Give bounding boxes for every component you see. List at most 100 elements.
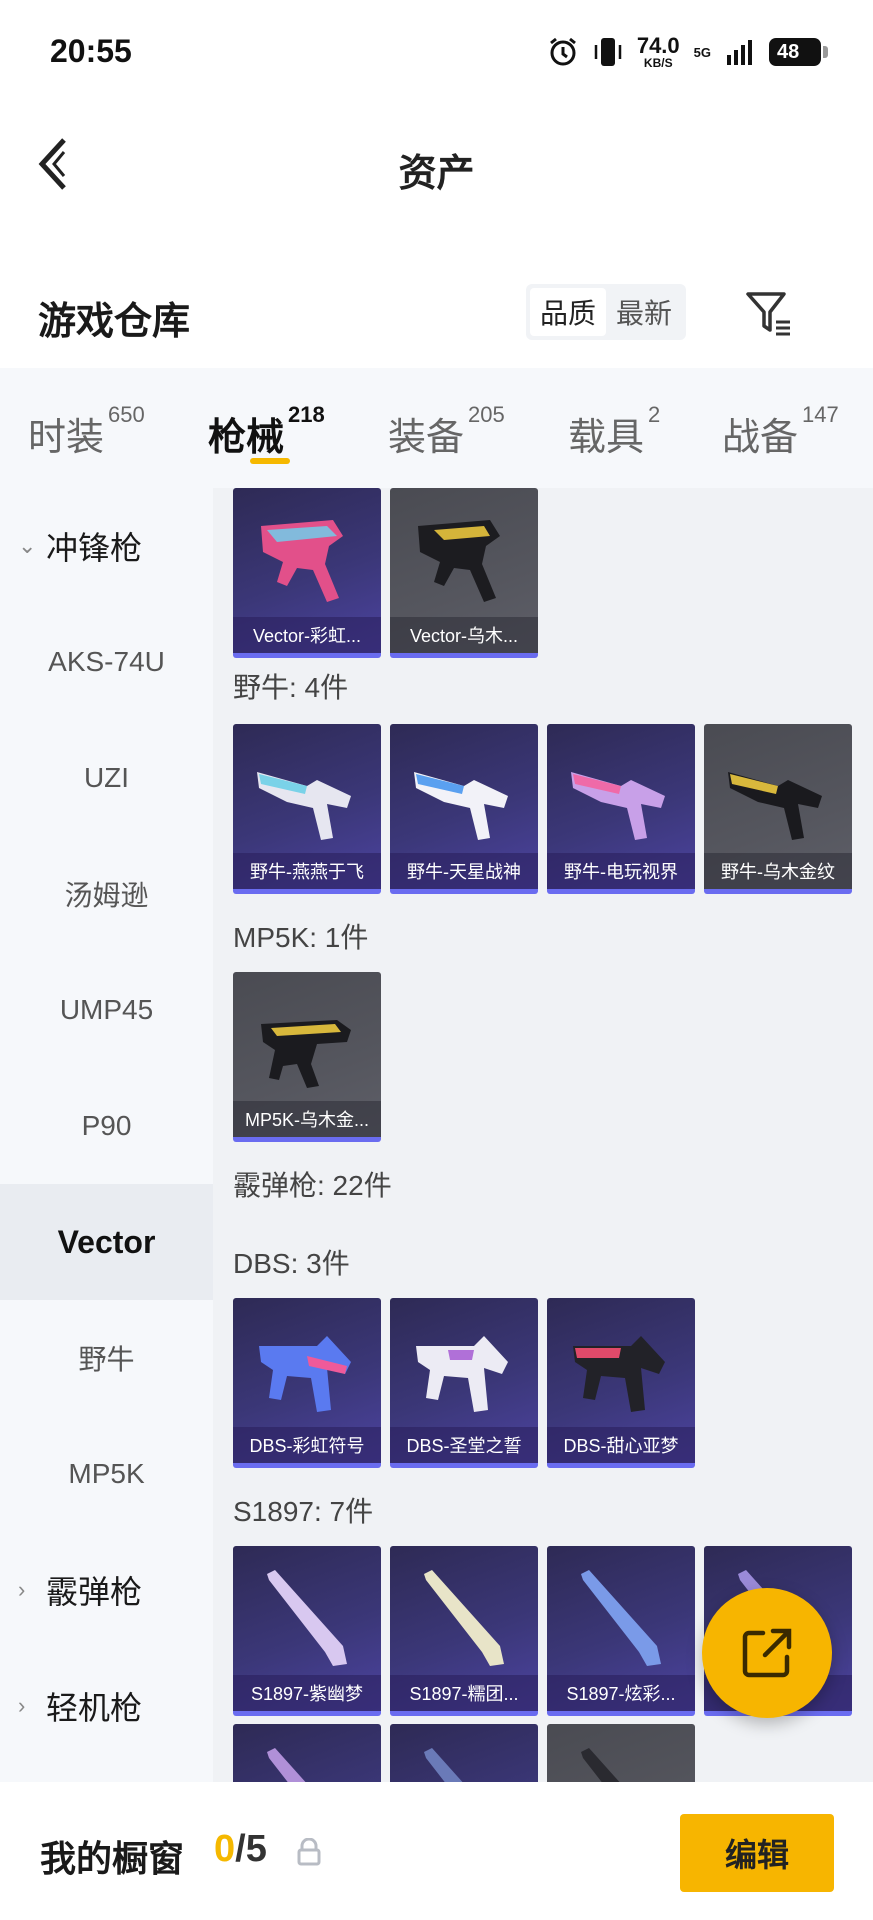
shotgun-icon <box>267 1748 306 1782</box>
item-card[interactable] <box>547 1724 695 1782</box>
sidebar-item-label: UMP45 <box>59 994 154 1025</box>
item-card-label: 野牛-电玩视界 <box>547 853 695 889</box>
tab-count: 205 <box>468 402 505 427</box>
sidebar-item-label: 汤姆逊 <box>64 880 149 911</box>
bison-icon <box>728 772 822 840</box>
smg-icon <box>418 520 500 602</box>
network-type: 5G <box>693 44 711 60</box>
sidebar-item-label: Vector <box>57 1223 156 1260</box>
sidebar-item-aks74u[interactable]: AKS-74U <box>0 604 213 720</box>
edit-button[interactable]: 编辑 <box>680 1814 834 1892</box>
filter-button[interactable] <box>744 288 796 340</box>
lock-icon <box>297 1838 321 1866</box>
sidebar-item-vector[interactable]: Vector <box>0 1184 213 1300</box>
item-card[interactable]: DBS-甜心亚梦 <box>547 1298 695 1468</box>
active-tab-indicator <box>250 458 290 464</box>
shotgun-icon <box>424 1570 504 1666</box>
sort-toggle: 品质 最新 <box>526 284 686 340</box>
item-card-label: S1897-紫幽梦 <box>233 1675 381 1711</box>
dbs-icon <box>573 1336 665 1412</box>
showcase-count-current: 0 <box>214 1828 236 1870</box>
sidebar-item-label: 冲锋枪 <box>46 530 143 566</box>
tab-guns[interactable]: 枪械 218 <box>208 402 325 461</box>
sidebar-item-ump45[interactable]: UMP45 <box>0 952 213 1068</box>
signal-icon <box>725 37 755 67</box>
share-icon <box>742 1628 792 1678</box>
sidebar-item-bison[interactable]: 野牛 <box>0 1300 213 1416</box>
shotgun-icon <box>581 1570 661 1666</box>
section-heading: MP5K: 1件 <box>233 922 369 953</box>
page-title: 资产 <box>398 153 475 195</box>
item-card-label: Vector-乌木... <box>390 617 538 653</box>
dbs-icon <box>416 1336 508 1412</box>
mp5k-icon <box>261 1020 351 1088</box>
tab-count: 650 <box>108 402 145 427</box>
category-tabs: 时装 650 枪械 218 装备 205 载具 2 战备 147 <box>0 368 873 488</box>
sidebar-item-shotgun[interactable]: › 霰弹枪 <box>0 1532 213 1648</box>
tab-label: 载具 <box>568 417 645 459</box>
item-card-label: 野牛-乌木金纹 <box>704 853 852 889</box>
section-heading: 霰弹枪: 22件 <box>233 1170 392 1201</box>
tab-fashion[interactable]: 时装 650 <box>28 402 145 461</box>
item-card[interactable]: DBS-圣堂之誓 <box>390 1298 538 1468</box>
tab-vehicles[interactable]: 载具 2 <box>568 402 660 461</box>
dbs-icon <box>259 1336 351 1412</box>
sidebar-item-p90[interactable]: P90 <box>0 1068 213 1184</box>
item-card[interactable]: Vector-彩虹... <box>233 488 381 658</box>
sidebar-item-mp5k[interactable]: MP5K <box>0 1416 213 1532</box>
shotgun-icon <box>424 1748 463 1782</box>
item-card[interactable]: MP5K-乌木金... <box>233 972 381 1142</box>
share-button[interactable] <box>702 1588 832 1718</box>
item-card[interactable]: 野牛-天星战神 <box>390 724 538 894</box>
battery-icon: 48 <box>769 38 828 66</box>
item-card[interactable]: S1897-紫幽梦 <box>233 1546 381 1716</box>
sidebar-item-uzi[interactable]: UZI <box>0 720 213 836</box>
tab-label: 装备 <box>388 417 465 459</box>
section-heading: S1897: 7件 <box>233 1496 374 1527</box>
sidebar: ⌄ 冲锋枪 AKS-74U UZI 汤姆逊 UMP45 P90 Vector 野牛… <box>0 488 213 1782</box>
item-card[interactable]: DBS-彩虹符号 <box>233 1298 381 1468</box>
tab-label: 战备 <box>722 417 799 459</box>
sidebar-item-label: 轻机枪 <box>46 1690 143 1726</box>
sidebar-item-label: 霰弹枪 <box>46 1574 143 1610</box>
item-card[interactable]: 野牛-乌木金纹 <box>704 724 852 894</box>
sidebar-item-label: UZI <box>83 762 130 793</box>
item-card[interactable]: S1897-炫彩... <box>547 1546 695 1716</box>
sidebar-item-smg[interactable]: ⌄ 冲锋枪 <box>0 488 213 604</box>
sidebar-item-label: 野牛 <box>78 1344 135 1375</box>
net-speed-value: 74.0 <box>636 33 680 58</box>
section-title: 游戏仓库 <box>38 301 191 343</box>
5g-icon: 5G <box>694 46 711 59</box>
item-card-label: DBS-圣堂之誓 <box>390 1427 538 1463</box>
section-heading: DBS: 3件 <box>233 1248 350 1279</box>
item-card-label: 野牛-燕燕于飞 <box>233 853 381 889</box>
shotgun-icon <box>267 1570 347 1666</box>
showcase-count: 0/5 <box>214 1828 267 1871</box>
sort-quality-button[interactable]: 品质 <box>530 288 606 336</box>
status-bar: 20:55 74.0 KB/S 5G 48 <box>0 0 873 104</box>
showcase-title: 我的橱窗 <box>40 1838 185 1879</box>
item-card[interactable]: 野牛-电玩视界 <box>547 724 695 894</box>
alarm-icon <box>547 36 579 68</box>
item-card[interactable] <box>233 1724 381 1782</box>
item-card[interactable] <box>390 1724 538 1782</box>
showcase-count-total: /5 <box>235 1828 267 1870</box>
showcase-bar: 我的橱窗 0/5 编辑 <box>0 1782 873 1920</box>
item-card-label: Vector-彩虹... <box>233 617 381 653</box>
status-time: 20:55 <box>50 33 132 69</box>
item-card-label: DBS-甜心亚梦 <box>547 1427 695 1463</box>
shotgun-icon <box>581 1748 620 1782</box>
status-icons: 74.0 KB/S 5G 48 <box>547 32 828 72</box>
item-card[interactable]: 野牛-燕燕于飞 <box>233 724 381 894</box>
chevron-down-icon: ⌄ <box>18 533 37 558</box>
sidebar-item-lmg[interactable]: › 轻机枪 <box>0 1648 213 1764</box>
tab-count: 218 <box>288 402 325 427</box>
chevron-right-icon: › <box>18 1693 26 1718</box>
tab-equipment[interactable]: 装备 205 <box>388 402 505 461</box>
sidebar-item-thompson[interactable]: 汤姆逊 <box>0 836 213 952</box>
sort-latest-button[interactable]: 最新 <box>606 288 682 336</box>
filter-icon <box>746 292 790 336</box>
tab-supplies[interactable]: 战备 147 <box>722 402 839 461</box>
item-card[interactable]: Vector-乌木... <box>390 488 538 658</box>
item-card[interactable]: S1897-糯团... <box>390 1546 538 1716</box>
